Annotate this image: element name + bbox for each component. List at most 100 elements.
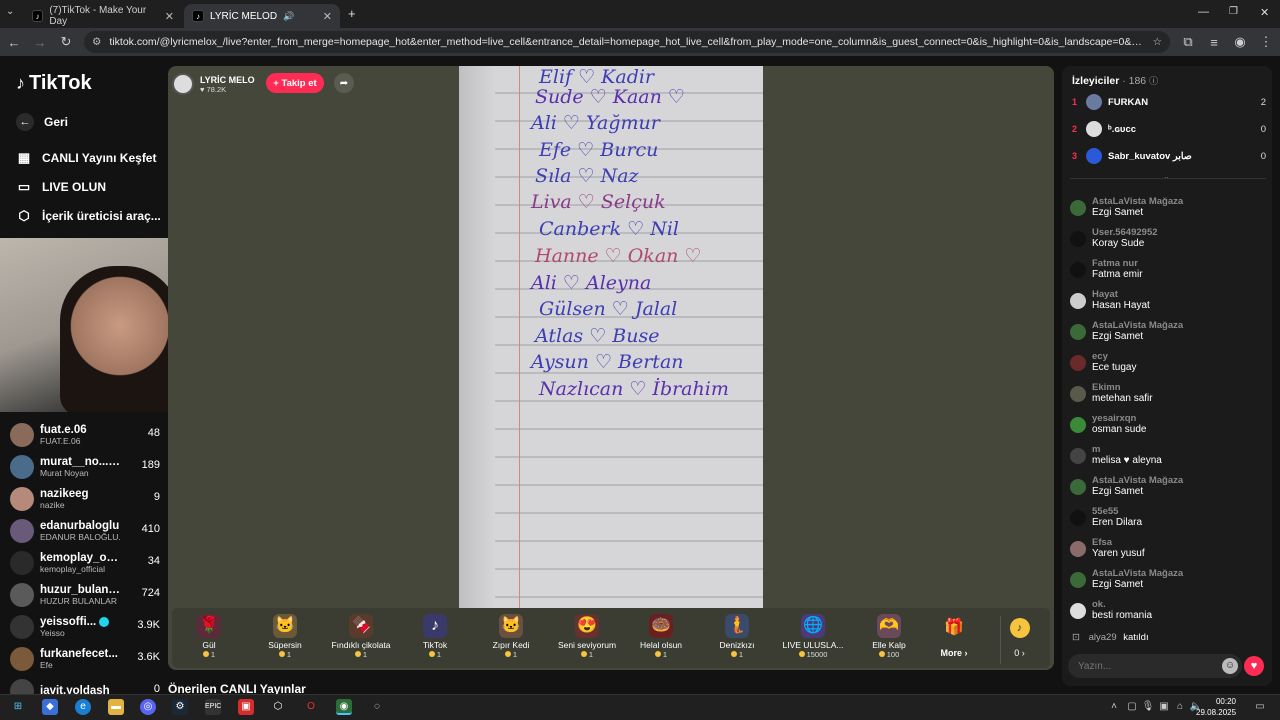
chrome-icon[interactable]: ◉ [336, 699, 352, 715]
gift-item[interactable]: ♪ TikTok 1 [398, 608, 472, 668]
back-link[interactable]: ← Geri [16, 113, 68, 131]
close-tab-icon[interactable]: ✕ [323, 10, 332, 23]
bookmark-star-icon[interactable]: ☆ [1153, 36, 1162, 48]
gift-item[interactable]: 🍫 Fındıklı çikolata 1 [324, 608, 398, 668]
nav-creator-tools[interactable]: ⬡ İçerik üreticisi araç... [16, 208, 160, 224]
tray-app-icon[interactable]: ▢ [1124, 699, 1140, 715]
tab-tiktok-home[interactable]: ♪ (7)TikTok - Make Your Day ✕ [24, 4, 182, 28]
gift-item[interactable]: 😍 Seni seviyorum 1 [550, 608, 624, 668]
chat-username[interactable]: AstaLaVista Mağaza [1092, 196, 1183, 207]
chat-username[interactable]: yesairxqn [1092, 413, 1146, 424]
app-hex-icon[interactable]: ⬡ [270, 699, 286, 715]
new-tab-button[interactable]: + [348, 6, 356, 21]
chat-avatar[interactable] [1070, 572, 1086, 588]
audio-playing-icon[interactable]: 🔊 [283, 11, 294, 22]
discord-icon[interactable]: ◎ [140, 699, 156, 715]
gift-item[interactable]: 🐱 Süpersin 1 [248, 608, 322, 668]
tray-window-icon[interactable]: ▣ [1156, 699, 1172, 715]
expand-viewers-icon[interactable]: ⌄ [1163, 172, 1170, 181]
forward-arrow-icon[interactable]: → [32, 35, 48, 50]
nav-go-live[interactable]: ▭ LIVE OLUN [16, 179, 106, 195]
address-bar[interactable]: ⚙ tiktok.com/@lyricmelox_/live?enter_fro… [84, 31, 1170, 53]
chat-username[interactable]: User.56492952 [1092, 227, 1158, 238]
chat-username[interactable]: ok. [1092, 599, 1152, 610]
chat-avatar[interactable] [1070, 231, 1086, 247]
chat-avatar[interactable] [1070, 324, 1086, 340]
site-info-icon[interactable]: ⚙ [92, 36, 101, 48]
chat-username[interactable]: Efsa [1092, 537, 1145, 548]
chat-avatar[interactable] [1070, 510, 1086, 526]
tray-chevron-icon[interactable]: ˄ [1106, 699, 1122, 715]
creator-item[interactable]: kemoplay_off... kemoplay_official 34 [10, 548, 160, 578]
chat-username[interactable]: Hayat [1092, 289, 1150, 300]
extensions-icon[interactable]: ⧉ [1180, 34, 1196, 50]
tab-search-icon[interactable]: ⌄ [6, 6, 14, 17]
nav-explore-live[interactable]: ▦ CANLI Yayını Keşfet [16, 150, 157, 166]
creator-item[interactable]: huzur_bulanlar HUZUR BULANLAR 724 [10, 580, 160, 610]
microphone-icon[interactable]: 🎙 [1140, 699, 1156, 715]
windows-start-icon[interactable]: ⊞ [10, 699, 26, 715]
creator-item[interactable]: furkanefecet... Efe 3.6K [10, 644, 160, 674]
gift-item[interactable]: 🧜 Denizkızı 1 [700, 608, 774, 668]
chat-username[interactable]: 55e55 [1092, 506, 1142, 517]
system-clock[interactable]: 00:20 29.08.2025 [1196, 696, 1236, 718]
reload-icon[interactable]: ↻ [58, 34, 74, 50]
back-arrow-icon[interactable]: ← [6, 35, 22, 50]
chat-username[interactable]: AstaLaVista Mağaza [1092, 320, 1183, 331]
chat-avatar[interactable] [1070, 293, 1086, 309]
viewer-rank-row[interactable]: 2 ᵇ.ɢᴜᴄᴄ 0 [1072, 119, 1266, 139]
share-icon[interactable]: ➦ [334, 73, 354, 93]
emoji-icon[interactable]: ☺ [1222, 658, 1238, 674]
gift-item[interactable]: 🌹 Gül 1 [172, 608, 246, 668]
chat-avatar[interactable] [1070, 417, 1086, 433]
chat-avatar[interactable] [1070, 262, 1086, 278]
epic-games-icon[interactable]: EPIC [205, 699, 221, 715]
coin-balance[interactable]: ♪ 0 › [1000, 616, 1038, 664]
creator-item[interactable]: edanurbaloglu EDANUR BALOĞLU... 410 [10, 516, 160, 546]
chat-avatar[interactable] [1070, 200, 1086, 216]
close-tab-icon[interactable]: ✕ [165, 10, 174, 23]
chat-avatar[interactable] [1070, 541, 1086, 557]
gift-item[interactable]: 🫶 Elle Kalp 100 [852, 608, 926, 668]
chat-username[interactable]: AstaLaVista Mağaza [1092, 475, 1183, 486]
streamer-avatar[interactable] [172, 73, 194, 95]
profile-icon[interactable]: ◉ [1232, 34, 1248, 50]
chat-username[interactable]: m [1092, 444, 1162, 455]
file-explorer-icon[interactable]: ▬ [108, 699, 124, 715]
copilot-icon[interactable]: ◆ [42, 699, 58, 715]
creator-item[interactable]: murat__no... Murat Noyan 189 [10, 452, 160, 482]
creator-item[interactable]: yeissoffi... Yeisso 3.9K [10, 612, 160, 642]
chat-avatar[interactable] [1070, 448, 1086, 464]
viewer-rank-row[interactable]: 3 Sabr_kuvatov صابر 0 [1072, 146, 1266, 166]
gift-item[interactable]: 🐱 Zıpır Kedi 1 [474, 608, 548, 668]
creator-item[interactable]: fuat.e.06 FUAT.E.06 48 [10, 420, 160, 450]
media-icon[interactable]: ≡ [1206, 35, 1222, 50]
network-icon[interactable]: ⌂ [1172, 699, 1188, 715]
streamer-info[interactable]: LYRİC MELO ♥ 78.2K [172, 71, 255, 97]
gift-item[interactable]: 🍩 Helal olsun 1 [624, 608, 698, 668]
gift-more-button[interactable]: 🎁 More › [934, 616, 974, 664]
tiktok-logo[interactable]: ♪ TikTok [16, 72, 92, 95]
tab-live-stream[interactable]: ♪ LYRİC MELOD 🔊 ✕ [184, 4, 340, 28]
creator-item[interactable]: nazikeeg nazike 9 [10, 484, 160, 514]
chat-input[interactable] [1068, 654, 1242, 678]
menu-icon[interactable]: ⋮ [1258, 34, 1274, 50]
viewer-rank-row[interactable]: 1 FURKAN 2 [1072, 92, 1266, 112]
chat-avatar[interactable] [1070, 355, 1086, 371]
chat-avatar[interactable] [1070, 603, 1086, 619]
edge-icon[interactable]: e [75, 699, 91, 715]
obs-icon[interactable]: ◌ [369, 699, 385, 715]
chat-username[interactable]: Ekimn [1092, 382, 1153, 393]
opera-icon[interactable]: O [303, 699, 319, 715]
chat-avatar[interactable] [1070, 479, 1086, 495]
help-icon[interactable]: ⓘ [1149, 76, 1158, 86]
steam-icon[interactable]: ⚙ [172, 699, 188, 715]
chat-username[interactable]: ecy [1092, 351, 1136, 362]
app-red-icon[interactable]: ▣ [238, 699, 254, 715]
minimize-button[interactable]: — [1198, 6, 1209, 18]
close-window-button[interactable]: ✕ [1260, 6, 1269, 19]
follow-button[interactable]: + Takip et [266, 73, 324, 93]
gift-item[interactable]: 🌐 LIVE ULUSLA... 15000 [776, 608, 850, 668]
like-heart-icon[interactable]: ♥ [1244, 656, 1264, 676]
chat-avatar[interactable] [1070, 386, 1086, 402]
